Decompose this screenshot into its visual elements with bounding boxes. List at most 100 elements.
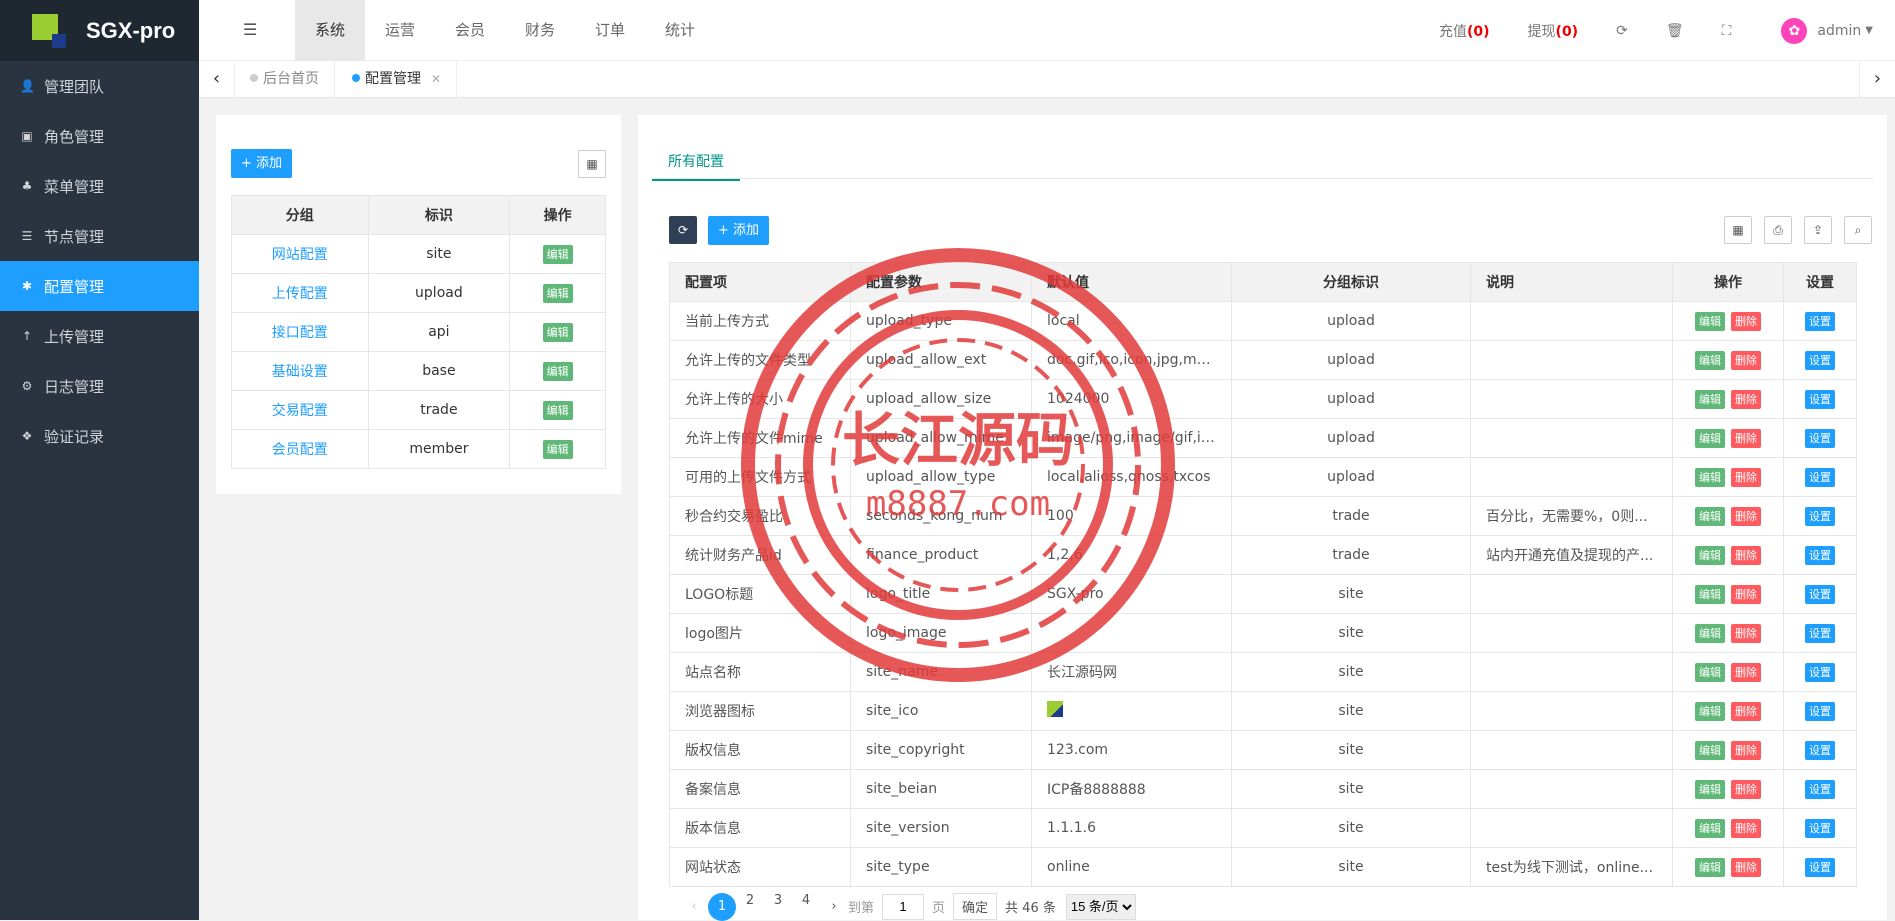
settings-button[interactable]: 设置 — [1805, 350, 1835, 370]
prev-page-icon[interactable]: ‹ — [680, 899, 708, 914]
settings-button[interactable]: 设置 — [1805, 857, 1835, 877]
edit-button[interactable]: 编辑 — [1695, 428, 1725, 448]
edit-button[interactable]: 编辑 — [542, 400, 573, 420]
edit-button[interactable]: 编辑 — [1695, 467, 1725, 487]
page-number[interactable]: 1 — [708, 892, 736, 921]
group-link[interactable]: 网站配置 — [272, 247, 328, 263]
tab-config[interactable]: 配置管理 ✕ — [337, 61, 458, 97]
group-link[interactable]: 会员配置 — [272, 442, 328, 458]
settings-button[interactable]: 设置 — [1805, 623, 1835, 643]
edit-button[interactable]: 编辑 — [1695, 740, 1725, 760]
add-group-button[interactable]: + 添加 — [231, 149, 293, 178]
group-link[interactable]: 接口配置 — [272, 325, 328, 341]
sidebar-item-4[interactable]: ✱ 配置管理 — [0, 261, 199, 311]
delete-button[interactable]: 删除 — [1731, 584, 1761, 604]
page-number[interactable]: 2 — [736, 893, 764, 921]
settings-button[interactable]: 设置 — [1805, 311, 1835, 331]
delete-button[interactable]: 删除 — [1731, 623, 1761, 643]
edit-button[interactable]: 编辑 — [1695, 701, 1725, 721]
tab-scroll-right-icon[interactable]: › — [1859, 61, 1895, 97]
avatar[interactable]: ✿ — [1781, 17, 1808, 44]
delete-button[interactable]: 删除 — [1731, 857, 1761, 877]
user-name[interactable]: admin — [1817, 23, 1861, 39]
sidebar-item-1[interactable]: ▣ 角色管理 — [0, 111, 199, 161]
group-link[interactable]: 上传配置 — [272, 286, 328, 302]
delete-button[interactable]: 删除 — [1731, 818, 1761, 838]
delete-button[interactable]: 删除 — [1731, 311, 1761, 331]
edit-button[interactable]: 编辑 — [1695, 389, 1725, 409]
top-nav-item[interactable]: 财务 — [505, 0, 575, 61]
top-nav-item[interactable]: 统计 — [645, 0, 715, 61]
edit-button[interactable]: 编辑 — [542, 361, 573, 381]
settings-button[interactable]: 设置 — [1805, 584, 1835, 604]
sidebar-item-5[interactable]: ↑ 上传管理 — [0, 311, 199, 361]
tab-scroll-left-icon[interactable]: ‹ — [199, 61, 235, 97]
sidebar-item-2[interactable]: ♣ 菜单管理 — [0, 161, 199, 211]
group-link[interactable]: 基础设置 — [272, 364, 328, 380]
edit-button[interactable]: 编辑 — [542, 322, 573, 342]
columns-icon[interactable]: ▦ — [1724, 216, 1752, 244]
search-icon[interactable]: ⌕ — [1844, 216, 1872, 244]
sidebar-item-0[interactable]: 👤 管理团队 — [0, 61, 199, 111]
confirm-page-button[interactable]: 确定 — [953, 893, 998, 920]
fullscreen-icon[interactable]: ⛶ — [1722, 23, 1732, 39]
page-input[interactable] — [882, 893, 925, 920]
edit-button[interactable]: 编辑 — [542, 283, 573, 303]
delete-button[interactable]: 删除 — [1731, 506, 1761, 526]
next-page-icon[interactable]: › — [820, 899, 848, 914]
edit-button[interactable]: 编辑 — [1695, 350, 1725, 370]
refresh-icon[interactable]: ⟳ — [1616, 23, 1628, 39]
edit-button[interactable]: 编辑 — [1695, 623, 1725, 643]
settings-button[interactable]: 设置 — [1805, 506, 1835, 526]
top-nav-item[interactable]: 订单 — [575, 0, 645, 61]
top-nav-item[interactable]: 运营 — [365, 0, 435, 61]
group-link[interactable]: 交易配置 — [272, 403, 328, 419]
tab-home[interactable]: 后台首页 — [235, 61, 335, 97]
delete-button[interactable]: 删除 — [1731, 779, 1761, 799]
edit-button[interactable]: 编辑 — [542, 439, 573, 459]
close-icon[interactable]: ✕ — [431, 72, 441, 86]
delete-button[interactable]: 删除 — [1731, 701, 1761, 721]
delete-button[interactable]: 删除 — [1731, 428, 1761, 448]
export-icon[interactable]: ⇪ — [1804, 216, 1832, 244]
sidebar-item-7[interactable]: ❖ 验证记录 — [0, 411, 199, 461]
columns-icon[interactable]: ▦ — [578, 150, 606, 178]
edit-button[interactable]: 编辑 — [1695, 506, 1725, 526]
edit-button[interactable]: 编辑 — [1695, 311, 1725, 331]
per-page-select[interactable]: 15 条/页 — [1065, 893, 1136, 920]
settings-button[interactable]: 设置 — [1805, 662, 1835, 682]
edit-button[interactable]: 编辑 — [542, 244, 573, 264]
delete-button[interactable]: 删除 — [1731, 389, 1761, 409]
sidebar-item-6[interactable]: ⚙ 日志管理 — [0, 361, 199, 411]
settings-button[interactable]: 设置 — [1805, 740, 1835, 760]
print-icon[interactable]: ⎙ — [1764, 216, 1792, 244]
top-nav-item[interactable]: 系统 — [295, 0, 365, 61]
settings-button[interactable]: 设置 — [1805, 818, 1835, 838]
delete-button[interactable]: 删除 — [1731, 662, 1761, 682]
refresh-button[interactable]: ⟳ — [669, 216, 697, 244]
recharge-link[interactable]: 充值(0) — [1439, 21, 1490, 41]
page-number[interactable]: 3 — [764, 893, 792, 921]
page-number[interactable]: 4 — [792, 893, 820, 921]
chevron-down-icon[interactable]: ▼ — [1865, 25, 1873, 36]
edit-button[interactable]: 编辑 — [1695, 779, 1725, 799]
edit-button[interactable]: 编辑 — [1695, 818, 1725, 838]
settings-button[interactable]: 设置 — [1805, 467, 1835, 487]
edit-button[interactable]: 编辑 — [1695, 662, 1725, 682]
withdraw-link[interactable]: 提现(0) — [1528, 21, 1579, 41]
settings-button[interactable]: 设置 — [1805, 389, 1835, 409]
edit-button[interactable]: 编辑 — [1695, 857, 1725, 877]
add-config-button[interactable]: + 添加 — [708, 216, 770, 245]
edit-button[interactable]: 编辑 — [1695, 584, 1725, 604]
tab-all-config[interactable]: 所有配置 — [652, 151, 740, 181]
settings-button[interactable]: 设置 — [1805, 428, 1835, 448]
edit-button[interactable]: 编辑 — [1695, 545, 1725, 565]
delete-button[interactable]: 删除 — [1731, 545, 1761, 565]
sidebar-item-3[interactable]: ☰ 节点管理 — [0, 211, 199, 261]
delete-button[interactable]: 删除 — [1731, 740, 1761, 760]
settings-button[interactable]: 设置 — [1805, 779, 1835, 799]
menu-toggle-icon[interactable]: ☰ — [243, 20, 257, 39]
settings-button[interactable]: 设置 — [1805, 701, 1835, 721]
trash-icon[interactable]: 🗑 — [1666, 23, 1684, 39]
delete-button[interactable]: 删除 — [1731, 467, 1761, 487]
